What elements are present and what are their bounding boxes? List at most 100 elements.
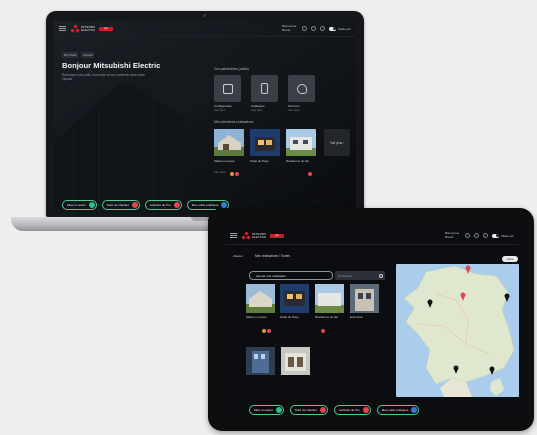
user-menu[interactable]: Bienvenue Brand [282, 24, 296, 32]
page-title: Mes réalisations / Toutes [255, 254, 291, 258]
tag-dot [262, 329, 266, 333]
tool-sub[interactable]: Voir plus [288, 108, 318, 112]
tool-sub[interactable]: Voir plus [214, 108, 244, 112]
menu-icon[interactable] [230, 233, 237, 238]
projects-section-title: Mes dernières réalisations [214, 120, 254, 124]
action-cap-icon [319, 407, 326, 413]
action-label: Mise en avant [67, 203, 86, 207]
add-project-button[interactable]: Ajouter une réalisation [249, 271, 333, 280]
project-card-image [350, 284, 379, 313]
action-cap-icon [411, 407, 418, 413]
back-link[interactable]: ‹ Retour [232, 254, 243, 258]
configurator-icon [222, 83, 233, 94]
action-pill-suivi[interactable]: Suivi de chantier [101, 200, 140, 210]
action-cap-icon [362, 407, 369, 413]
action-pill-mise-en-avant[interactable]: Mise en avant [62, 200, 97, 210]
help-icon[interactable] [311, 26, 317, 31]
breadcrumb-item[interactable]: Mon Pack [62, 52, 79, 58]
project-card-image [280, 284, 309, 313]
toggle-switch[interactable] [492, 233, 500, 238]
breadcrumb-item[interactable]: Accueil [81, 52, 95, 58]
tag-dot [267, 329, 271, 333]
project-card-image [246, 347, 275, 375]
account-icon[interactable] [320, 26, 326, 31]
search-placeholder: Recherche [338, 273, 353, 278]
house-photo [286, 129, 316, 156]
pro-badge: pro [270, 233, 284, 238]
tool-tile-services[interactable] [288, 75, 315, 102]
laptop-device: MITSUBISHI ELECTRIC pro Bienvenue Brand … [46, 11, 364, 217]
tablet-screen: MITSUBISHI ELECTRIC pro Bienvenue Brand … [225, 227, 519, 415]
tag-dot [308, 172, 312, 176]
project-card-image[interactable] [286, 129, 316, 156]
tool-label: Configurateur Voir plus [214, 104, 244, 112]
project-tags [321, 329, 325, 333]
project-grid [246, 284, 379, 375]
project-name: Hôtel du Pays [250, 159, 269, 163]
project-card-image[interactable] [214, 129, 244, 156]
action-label: Suivi de chantier [294, 408, 317, 412]
user-menu-line2: Brand [282, 27, 291, 32]
laptop-camera [203, 14, 206, 17]
location-icon[interactable] [465, 233, 471, 238]
hero-background-image [54, 21, 356, 214]
user-menu-line2: Brand [445, 234, 454, 239]
project-tags [230, 172, 239, 176]
brand-text: MITSUBISHI ELECTRIC [81, 25, 95, 32]
tag-dot [235, 172, 239, 176]
action-cap-icon [275, 407, 282, 413]
laptop-topbar: MITSUBISHI ELECTRIC pro Bienvenue Brand … [54, 21, 356, 37]
mode-toggle-label: Mode pro [501, 233, 514, 238]
tool-sub[interactable]: Voir plus [251, 108, 281, 112]
see-all-button[interactable]: Voir plus › [324, 129, 350, 156]
tool-tile-configurateur[interactable] [214, 75, 241, 102]
project-name: Résidence du lac [315, 315, 339, 319]
location-icon[interactable] [302, 26, 308, 31]
laptop-screen: MITSUBISHI ELECTRIC pro Bienvenue Brand … [54, 21, 356, 214]
pro-badge: pro [99, 26, 113, 31]
project-card-image [246, 284, 275, 313]
action-cap-icon [88, 202, 95, 208]
action-pill-activites[interactable]: Activités du Pro [333, 405, 371, 415]
mode-toggle[interactable]: Mode pro [492, 233, 514, 238]
user-menu[interactable]: Bienvenue Brand [445, 231, 459, 239]
project-name: Maison Lamour [214, 159, 235, 163]
mitsubishi-logo-icon [70, 24, 80, 33]
project-name: Hôtel du Pays [280, 315, 299, 319]
tag-dot [321, 329, 325, 333]
project-name: Résidence du lac [286, 159, 310, 163]
tag-dot [230, 172, 234, 176]
action-pill-suivi[interactable]: Suivi de chantier [289, 405, 328, 415]
map-view[interactable] [396, 264, 519, 397]
tool-label: Services Voir plus [288, 104, 318, 112]
project-name: Maison Lamour [246, 315, 267, 319]
project-card-image[interactable] [250, 129, 280, 156]
account-icon[interactable] [483, 233, 489, 238]
help-icon[interactable] [474, 233, 480, 238]
tools-section-title: Vos partenaires (outils) [214, 67, 249, 71]
action-pill-activites[interactable]: Activités du Pro [144, 200, 182, 210]
search-input[interactable]: Recherche [335, 271, 385, 280]
ear-icon [296, 83, 307, 94]
view-toggle-button[interactable]: Carte [502, 256, 518, 262]
tool-tile-catalogue[interactable] [251, 75, 278, 102]
quick-actions: Mise en avant Suivi de chantier Activité… [62, 200, 230, 210]
brand-text: MITSUBISHI ELECTRIC [252, 232, 266, 239]
mitsubishi-logo-icon [241, 231, 251, 240]
project-tags [262, 329, 271, 333]
action-pill-outils[interactable]: Mes outils pratiques [376, 405, 420, 415]
menu-icon[interactable] [59, 26, 66, 31]
project-sub[interactable]: Voir plus [214, 170, 244, 175]
project-tags [308, 172, 312, 176]
house-photo [214, 129, 244, 156]
action-label: Mes outils pratiques [381, 408, 409, 412]
action-pill-mise-en-avant[interactable]: Mise en avant [249, 405, 284, 415]
breadcrumb: Mon Pack Accueil [62, 52, 95, 58]
phone-icon [261, 83, 268, 94]
mode-toggle[interactable]: Mode pro [329, 26, 351, 31]
france-map[interactable] [396, 264, 519, 397]
tablet-device: MITSUBISHI ELECTRIC pro Bienvenue Brand … [208, 208, 534, 431]
greeting-title: Bonjour Mitsubishi Electric [62, 61, 161, 70]
toggle-switch[interactable] [329, 26, 337, 31]
action-label: Suivi de chantier [106, 203, 129, 207]
